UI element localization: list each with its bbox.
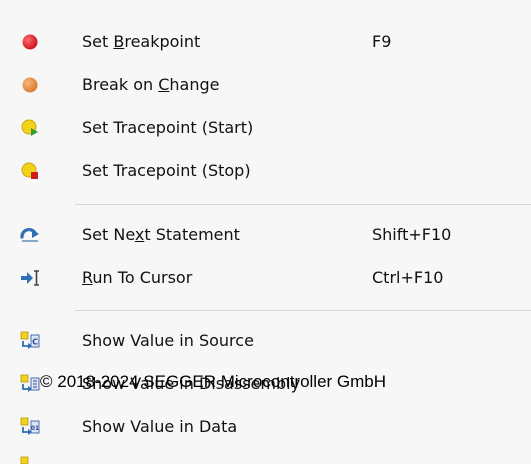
orange-dot-icon — [22, 77, 38, 93]
copyright-watermark: © 2018-2024 SEGGER Microcontroller GmbH — [40, 372, 387, 391]
menu-item-shortcut: Shift+F10 — [372, 225, 452, 244]
menu-item-show-value-in-source[interactable]: C Show Value in Source — [0, 321, 531, 361]
menu-item-shortcut: F9 — [372, 32, 392, 51]
svg-text:C: C — [32, 338, 38, 347]
menu-item-label: Set Tracepoint (Start) — [82, 118, 254, 137]
menu-item-show-value-in-data[interactable]: 01 Show Value in Data — [0, 407, 531, 447]
menu-item-label: Set Next Statement — [82, 225, 240, 244]
menu-separator — [75, 310, 531, 311]
show-in-data-icon: 01 — [20, 417, 40, 435]
run-to-cursor-icon — [21, 270, 39, 286]
context-menu: Set Breakpoint F9 Break on Change Set Tr… — [0, 0, 531, 464]
tracepoint-start-icon — [21, 119, 38, 136]
menu-item-label: Show Value in Data — [82, 417, 238, 436]
menu-item-partial[interactable] — [0, 454, 531, 464]
next-statement-icon — [20, 228, 39, 242]
menu-separator — [75, 204, 531, 205]
svg-text:01: 01 — [31, 425, 39, 432]
menu-item-label: Set Tracepoint (Stop) — [82, 161, 251, 180]
menu-item-set-tracepoint-stop[interactable]: Set Tracepoint (Stop) — [0, 151, 531, 191]
menu-item-set-next-statement[interactable]: Set Next Statement Shift+F10 — [0, 215, 531, 255]
show-in-source-icon: C — [20, 331, 40, 349]
menu-item-break-on-change[interactable]: Break on Change — [0, 65, 531, 105]
menu-item-set-breakpoint[interactable]: Set Breakpoint F9 — [0, 22, 531, 62]
menu-item-label: Break on Change — [82, 75, 220, 94]
red-dot-icon — [22, 34, 38, 50]
menu-item-label: Run To Cursor — [82, 268, 193, 287]
show-in-disassembly-icon — [20, 374, 40, 392]
menu-item-run-to-cursor[interactable]: Run To Cursor Ctrl+F10 — [0, 258, 531, 298]
tracepoint-stop-icon — [21, 162, 38, 179]
menu-item-label: Set Breakpoint — [82, 32, 201, 51]
yellow-square-icon — [20, 456, 29, 464]
menu-item-shortcut: Ctrl+F10 — [372, 268, 444, 287]
menu-item-label: Show Value in Source — [82, 331, 254, 350]
menu-item-set-tracepoint-start[interactable]: Set Tracepoint (Start) — [0, 108, 531, 148]
